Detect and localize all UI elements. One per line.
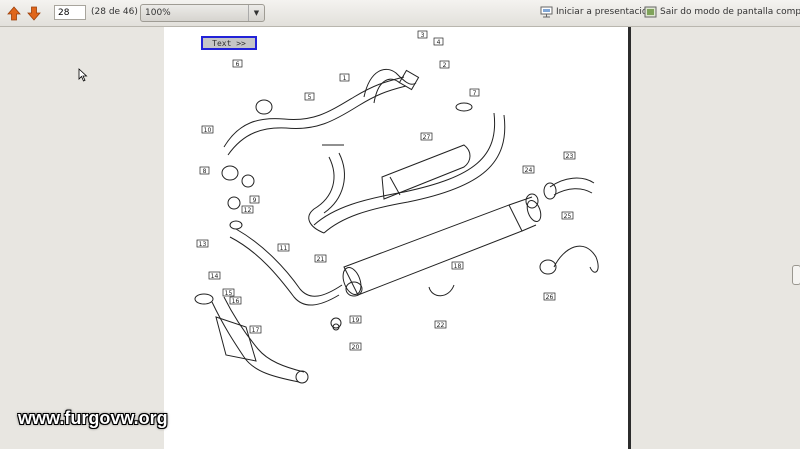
part-label-6: 6 — [232, 59, 243, 68]
part-label-16: 16 — [229, 296, 242, 305]
svg-text:1: 1 — [343, 75, 347, 82]
svg-text:11: 11 — [280, 245, 288, 252]
svg-text:4: 4 — [437, 39, 441, 46]
part-label-10: 10 — [201, 125, 214, 134]
part-label-15: 15 — [222, 288, 235, 297]
svg-text:19: 19 — [352, 317, 360, 324]
exit-fullscreen-label: Sair do modo de pantalla completa — [660, 7, 800, 17]
part-label-3: 3 — [417, 30, 428, 39]
part-label-17: 17 — [249, 325, 262, 334]
svg-text:21: 21 — [317, 256, 325, 263]
page-number-input[interactable] — [54, 5, 86, 20]
svg-text:6: 6 — [236, 61, 240, 68]
svg-text:8: 8 — [203, 168, 207, 175]
document-viewer: Text >> 1 2 3 4 5 6 7 8 9 10 11 12 13 14… — [0, 27, 800, 449]
mouse-pointer-icon — [78, 68, 88, 82]
svg-text:24: 24 — [525, 167, 533, 174]
part-label-21: 21 — [314, 254, 327, 263]
part-label-2: 2 — [439, 60, 450, 69]
arrow-down-icon — [27, 6, 41, 21]
svg-text:12: 12 — [244, 207, 252, 214]
document-page: Text >> 1 2 3 4 5 6 7 8 9 10 11 12 13 14… — [164, 27, 628, 449]
part-label-27: 27 — [420, 132, 433, 141]
scrollbar-thumb[interactable] — [792, 265, 800, 285]
part-label-11: 11 — [277, 243, 290, 252]
svg-text:16: 16 — [232, 298, 240, 305]
svg-text:3: 3 — [421, 32, 425, 39]
page-edge — [628, 27, 631, 449]
svg-text:27: 27 — [423, 134, 431, 141]
watermark: www.furgovw.org — [18, 408, 168, 428]
start-presentation-button[interactable]: Iniciar a presentación — [540, 6, 653, 18]
next-page-button[interactable] — [25, 4, 43, 22]
exit-fullscreen-button[interactable]: Sair do modo de pantalla completa — [644, 6, 800, 18]
arrow-up-icon — [7, 5, 21, 20]
part-label-5: 5 — [304, 92, 315, 101]
part-label-24: 24 — [522, 165, 535, 174]
part-label-23: 23 — [563, 151, 576, 160]
part-label-22: 22 — [434, 320, 447, 329]
svg-text:25: 25 — [564, 213, 572, 220]
svg-text:18: 18 — [454, 263, 462, 270]
start-presentation-label: Iniciar a presentación — [556, 7, 654, 17]
part-label-19: 19 — [349, 315, 362, 324]
part-label-8: 8 — [199, 166, 210, 175]
svg-text:13: 13 — [199, 241, 207, 248]
svg-text:7: 7 — [473, 90, 477, 97]
svg-text:14: 14 — [211, 273, 219, 280]
part-label-13: 13 — [196, 239, 209, 248]
part-label-4: 4 — [433, 37, 444, 46]
part-label-20: 20 — [349, 342, 362, 351]
part-label-26: 26 — [543, 292, 556, 301]
part-label-14: 14 — [208, 271, 221, 280]
svg-text:2: 2 — [443, 62, 447, 69]
zoom-select[interactable]: 100% ▼ — [140, 4, 265, 22]
presentation-icon — [540, 6, 553, 18]
svg-text:5: 5 — [308, 94, 312, 101]
part-label-25: 25 — [561, 211, 574, 220]
svg-text:17: 17 — [252, 327, 260, 334]
svg-text:23: 23 — [566, 153, 574, 160]
chevron-down-icon: ▼ — [248, 5, 264, 21]
svg-text:26: 26 — [546, 294, 554, 301]
page-count-label: (28 de 46) — [91, 7, 138, 17]
exit-fullscreen-icon — [644, 6, 657, 18]
previous-page-button[interactable] — [5, 4, 23, 22]
zoom-value: 100% — [145, 8, 171, 18]
part-label-1: 1 — [339, 73, 350, 82]
vertical-scrollbar[interactable] — [790, 27, 800, 449]
part-label-9: 9 — [249, 195, 260, 204]
svg-text:15: 15 — [225, 290, 233, 297]
svg-text:10: 10 — [204, 127, 212, 134]
part-label-12: 12 — [241, 205, 254, 214]
svg-text:22: 22 — [437, 322, 445, 329]
toolbar: (28 de 46) 100% ▼ Iniciar a presentación… — [0, 0, 800, 27]
svg-text:9: 9 — [253, 197, 257, 204]
exhaust-system-diagram: 1 2 3 4 5 6 7 8 9 10 11 12 13 14 15 16 1… — [194, 30, 599, 384]
part-label-18: 18 — [451, 261, 464, 270]
part-label-7: 7 — [469, 88, 480, 97]
svg-text:20: 20 — [352, 344, 360, 351]
